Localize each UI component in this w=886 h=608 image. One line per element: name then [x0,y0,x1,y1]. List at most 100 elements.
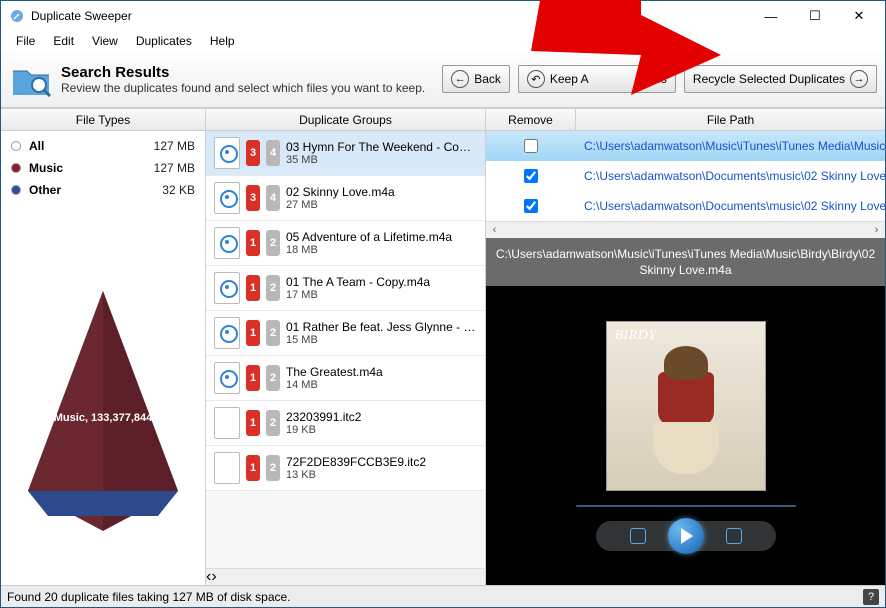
columns: File Types All 127 MB Music 127 MB Other… [1,108,885,585]
back-label: Back [474,72,501,86]
statusbar: Found 20 duplicate files taking 127 MB o… [1,585,885,607]
group-size: 18 MB [286,244,477,256]
menu-help[interactable]: Help [201,32,244,50]
remove-checkbox[interactable] [524,169,538,183]
files-table-head: Remove File Path [486,109,885,131]
minimize-button[interactable]: — [749,2,793,30]
app-icon [9,8,25,24]
recycle-label: Recycle Selected Duplicates [693,72,845,86]
audio-file-icon [214,227,240,259]
keep-files-button[interactable]: ↶ Keep A Files [518,65,676,93]
seek-bar[interactable] [576,505,796,507]
arrow-right-icon: → [850,70,868,88]
duplicate-groups-panel: Duplicate Groups 3 4 03 Hymn For The Wee… [206,109,486,585]
dup-count-red: 1 [246,275,260,301]
back-button[interactable]: ← Back [442,65,510,93]
menubar: File Edit View Duplicates Help [1,31,885,51]
stop-icon[interactable] [630,528,646,544]
media-player: BIRDY [486,286,885,585]
duplicate-group-row[interactable]: 3 4 03 Hymn For The Weekend - Copy (2 35… [206,131,485,176]
duplicate-group-row[interactable]: 1 2 01 Rather Be feat. Jess Glynne - Cop… [206,311,485,356]
remove-checkbox[interactable] [524,139,538,153]
keep-label-a: Keep A [550,72,589,86]
group-size: 17 MB [286,289,477,301]
file-types-panel: File Types All 127 MB Music 127 MB Other… [1,109,206,585]
header-title: Search Results [61,64,425,81]
menu-view[interactable]: View [83,32,127,50]
audio-file-icon [214,137,240,169]
arrow-left-icon: ← [451,70,469,88]
menu-file[interactable]: File [7,32,44,50]
file-type-row[interactable]: Other 32 KB [1,179,205,201]
duplicate-group-row[interactable]: 1 2 01 The A Team - Copy.m4a 17 MB [206,266,485,311]
album-text: BIRDY [615,328,657,344]
maximize-button[interactable]: ☐ [793,2,837,30]
window-title: Duplicate Sweeper [31,9,749,23]
dup-count-gray: 4 [266,185,280,211]
files-hscrollbar[interactable]: ‹› [486,221,885,238]
file-type-row[interactable]: Music 127 MB [1,157,205,179]
close-button[interactable]: ✕ [837,2,881,30]
dup-count-red: 1 [246,230,260,256]
file-type-size: 32 KB [162,183,195,197]
group-size: 14 MB [286,379,477,391]
group-name: 01 The A Team - Copy.m4a [286,275,477,289]
file-row[interactable]: C:\Users\adamwatson\Documents\music\02 S… [486,191,885,221]
menu-edit[interactable]: Edit [44,32,83,50]
file-path-text: C:\Users\adamwatson\Music\iTunes\iTunes … [576,139,885,153]
file-type-dot-icon [11,141,21,151]
file-types-head: File Types [1,109,205,131]
group-name: 02 Skinny Love.m4a [286,185,477,199]
group-name: The Greatest.m4a [286,365,477,379]
file-type-size: 127 MB [154,139,195,153]
audio-file-icon [214,182,240,214]
dup-count-gray: 2 [266,455,280,481]
dup-count-gray: 2 [266,410,280,436]
audio-file-icon [214,317,240,349]
duplicate-group-row[interactable]: 1 2 23203991.itc2 19 KB [206,401,485,446]
titlebar: Duplicate Sweeper — ☐ ✕ [1,1,885,31]
file-type-size: 127 MB [154,161,195,175]
dup-count-red: 1 [246,320,260,346]
group-size: 19 KB [286,424,477,436]
file-type-row[interactable]: All 127 MB [1,135,205,157]
header: Search Results Review the duplicates fou… [1,51,885,108]
file-path-text: C:\Users\adamwatson\Documents\music\02 S… [576,169,885,183]
group-size: 27 MB [286,199,477,211]
file-type-dot-icon [11,185,21,195]
duplicate-groups-list[interactable]: 3 4 03 Hymn For The Weekend - Copy (2 35… [206,131,485,568]
file-type-dot-icon [11,163,21,173]
group-size: 13 KB [286,469,477,481]
recycle-button[interactable]: Recycle Selected Duplicates → [684,65,877,93]
help-icon[interactable]: ? [863,589,879,605]
audio-file-icon [214,362,240,394]
group-name: 23203991.itc2 [286,410,477,424]
group-size: 35 MB [286,154,477,166]
window-buttons: — ☐ ✕ [749,2,881,30]
duplicate-group-row[interactable]: 1 2 05 Adventure of a Lifetime.m4a 18 MB [206,221,485,266]
duplicate-group-row[interactable]: 1 2 The Greatest.m4a 14 MB [206,356,485,401]
duplicate-group-row[interactable]: 1 2 72F2DE839FCCB3E9.itc2 13 KB [206,446,485,491]
menu-duplicates[interactable]: Duplicates [127,32,201,50]
groups-hscrollbar[interactable]: ‹› [206,568,485,585]
fullscreen-icon[interactable] [726,528,742,544]
duplicate-details-panel: Remove File Path C:\Users\adamwatson\Mus… [486,109,885,585]
dup-count-red: 1 [246,455,260,481]
duplicate-group-row[interactable]: 3 4 02 Skinny Love.m4a 27 MB [206,176,485,221]
dup-count-gray: 2 [266,230,280,256]
dup-count-red: 1 [246,410,260,436]
group-name: 05 Adventure of a Lifetime.m4a [286,230,477,244]
filepath-col-head: File Path [576,109,885,131]
file-row[interactable]: C:\Users\adamwatson\Music\iTunes\iTunes … [486,131,885,161]
file-types-list: All 127 MB Music 127 MB Other 32 KB [1,131,205,201]
file-row[interactable]: C:\Users\adamwatson\Documents\music\02 S… [486,161,885,191]
play-button[interactable] [668,518,704,554]
remove-col-head: Remove [486,109,576,131]
player-controls [596,521,776,551]
header-subtitle: Review the duplicates found and select w… [61,81,425,95]
group-name: 72F2DE839FCCB3E9.itc2 [286,455,477,469]
remove-checkbox[interactable] [524,199,538,213]
audio-file-icon [214,272,240,304]
status-text: Found 20 duplicate files taking 127 MB o… [7,590,291,604]
dup-count-red: 3 [246,140,260,166]
